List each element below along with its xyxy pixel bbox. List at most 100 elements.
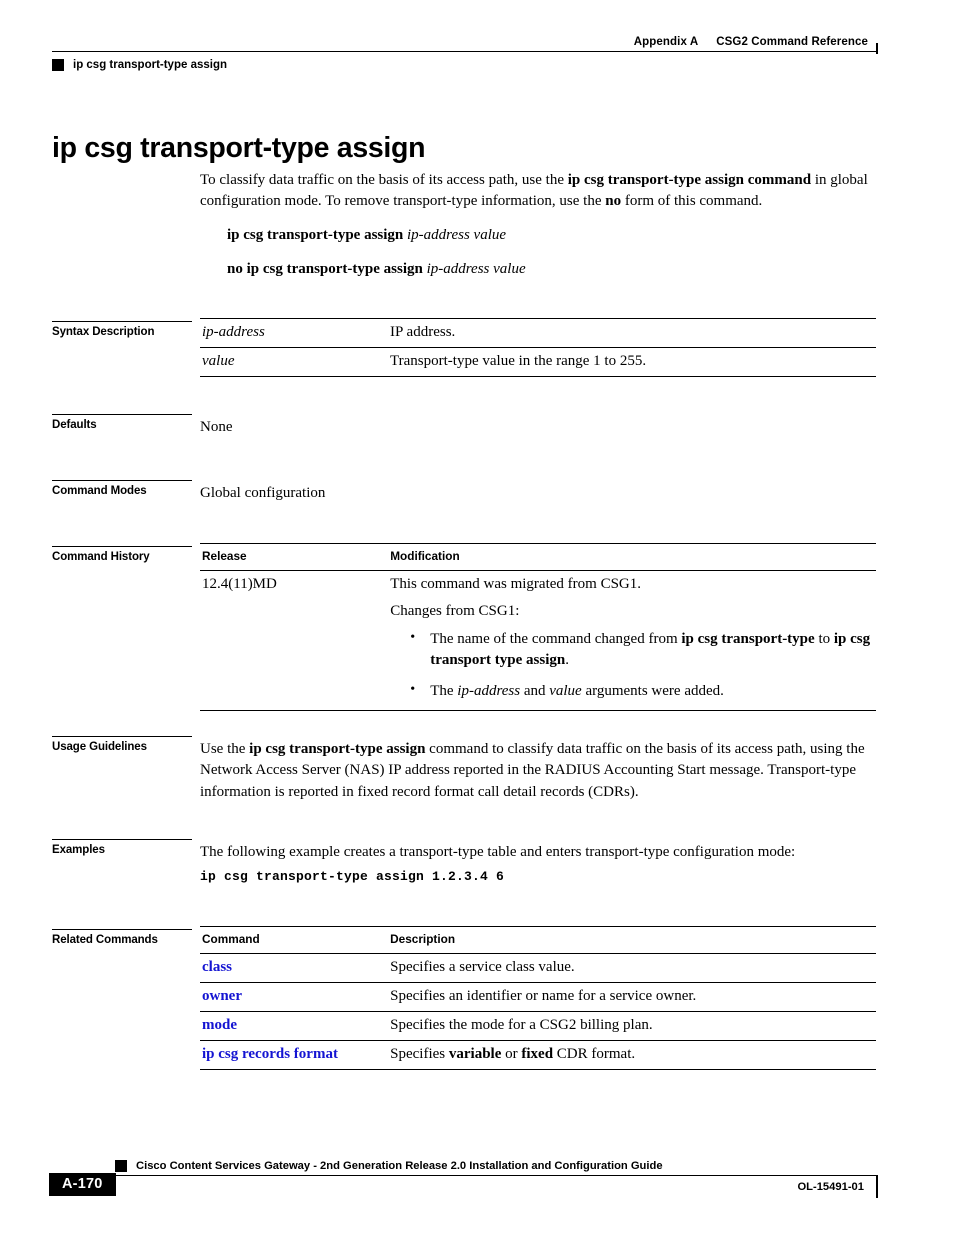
intro-no-bold: no [605,193,622,210]
desc-text-c: or [501,1046,522,1062]
related-command-cell[interactable]: owner [200,982,389,1012]
examples-intro: The following example creates a transpor… [200,844,796,860]
bullet-icon: • [410,681,416,697]
bullet1-text-e: . [565,652,569,669]
intro-paragraph: To classify data traffic on the basis of… [200,170,878,213]
table-row: mode Specifies the mode for a CSG2 billi… [200,1011,876,1041]
defaults-text: None [200,419,233,435]
desc-text-e: CDR format. [553,1046,636,1062]
syntax-term-text: ip-address [202,324,265,340]
running-head-text: ip csg transport-type assign [73,59,228,71]
table-row: ip-address IP address. [200,318,876,348]
bullet1-old-command: ip csg transport-type [681,631,815,647]
example-code: ip csg transport-type assign 1.2.3.4 6 [200,869,505,884]
intro-command-bold: ip csg transport-type assign command [567,172,812,188]
section-label-command-history: Command History [52,546,192,563]
link-class[interactable]: class [202,959,232,975]
usage-command-bold: ip csg transport-type assign [249,741,426,757]
desc-text-b: variable [448,1046,502,1062]
table-header-row: Release Modification [200,543,876,571]
footer-rule: A-170 OL-15491-01 [49,1173,878,1201]
table-row: value Transport-type value in the range … [200,347,876,377]
breadcrumb-text: Appendix A CSG2 Command Reference [634,36,868,48]
related-command-cell[interactable]: mode [200,1011,389,1041]
history-line-2: Changes from CSG1: [390,603,520,619]
desc-text-a: Specifies the mode for a CSG2 billing pl… [390,1017,653,1033]
bullet1-text-c: to [814,631,834,647]
column-header-description: Description [388,926,876,954]
page-footer: Cisco Content Services Gateway - 2nd Gen… [49,1155,878,1201]
syntax-positive-command: ip csg transport-type assign [227,227,404,243]
breadcrumb: Appendix A CSG2 Command Reference [52,30,878,48]
breadcrumb-appendix: Appendix A [633,36,699,48]
desc-text-a: Specifies an identifier or name for a se… [390,988,697,1004]
footer-rule-tick [876,1176,878,1198]
section-label-examples: Examples [52,839,192,856]
history-line-1: This command was migrated from CSG1. [390,576,641,592]
related-command-cell[interactable]: ip csg records format [200,1040,389,1070]
syntax-term: ip-address [200,318,389,348]
document-page: Appendix A CSG2 Command Reference ip csg … [0,0,954,1235]
column-header-release: Release [200,543,389,571]
header-rule-tick [876,43,878,54]
section-label-command-modes: Command Modes [52,480,192,497]
command-history-table: Release Modification 12.4(11)MD This com… [200,543,876,711]
bullet2-text-e: arguments were added. [581,682,724,699]
bullet-icon: • [410,630,416,645]
history-modification: This command was migrated from CSG1. Cha… [388,570,876,711]
syntax-desc: Transport-type value in the range 1 to 2… [388,347,876,377]
bullet2-arg-value: value [549,682,582,699]
intro-text-e: form of this command. [621,193,763,210]
command-modes-text: Global configuration [200,485,326,501]
bullet1-text-a: The name of the command changed from [430,631,682,647]
list-item: • The name of the command changed from ip… [410,629,874,672]
usage-guidelines-text: Use the ip csg transport-type assign com… [200,739,872,803]
syntax-description-table: ip-address IP address. value Transport-t… [200,318,876,377]
related-commands-table: Command Description class Specifies a se… [200,926,876,1070]
syntax-negative-args: ip-address value [426,261,526,277]
column-header-modification: Modification [388,543,876,571]
syntax-negative: no ip csg transport-type assign ip-addre… [227,259,526,280]
intro-text-a: To classify data traffic on the basis of… [200,172,568,188]
syntax-positive-args: ip-address value [407,227,507,243]
syntax-term: value [200,347,389,377]
syntax-positive: ip csg transport-type assign ip-address … [227,225,506,246]
table-header-row: Command Description [200,926,876,954]
syntax-desc: IP address. [388,318,876,348]
breadcrumb-chapter: CSG2 Command Reference [716,36,868,48]
table-row: owner Specifies an identifier or name fo… [200,982,876,1012]
page-header: Appendix A CSG2 Command Reference ip csg … [52,30,878,71]
usage-text-a: Use the [200,741,250,757]
section-label-usage-guidelines: Usage Guidelines [52,736,192,753]
desc-text-d: fixed [521,1046,554,1062]
related-command-cell[interactable]: class [200,953,389,983]
link-ip-csg-records-format[interactable]: ip csg records format [202,1046,338,1062]
syntax-negative-command: no ip csg transport-type assign [227,261,423,277]
related-command-description: Specifies a service class value. [388,953,876,983]
list-item: • The ip-address and value arguments were… [410,681,874,702]
section-label-syntax-description: Syntax Description [52,321,192,338]
history-release: 12.4(11)MD [200,570,389,711]
link-mode[interactable]: mode [202,1017,237,1033]
related-command-description: Specifies variable or fixed CDR format. [388,1040,876,1070]
section-label-related-commands: Related Commands [52,929,192,946]
column-header-command: Command [200,926,389,954]
footer-title-row: Cisco Content Services Gateway - 2nd Gen… [52,1155,878,1172]
syntax-term-text: value [202,353,235,369]
related-command-description: Specifies an identifier or name for a se… [388,982,876,1012]
table-row: 12.4(11)MD This command was migrated fro… [200,570,876,711]
table-row: ip csg records format Specifies variable… [200,1040,876,1070]
desc-text-a: Specifies a service class value. [390,959,575,975]
document-id: OL-15491-01 [797,1181,864,1193]
running-head: ip csg transport-type assign [52,59,878,71]
bullet2-text-a: The [430,682,458,699]
page-title: ip csg transport-type assign [52,132,426,165]
bullet2-text-c: and [520,682,550,699]
table-row: class Specifies a service class value. [200,953,876,983]
related-command-description: Specifies the mode for a CSG2 billing pl… [388,1011,876,1041]
square-marker-icon [115,1160,127,1172]
bullet2-arg-ip: ip-address [457,682,521,699]
section-label-defaults: Defaults [52,414,192,431]
link-owner[interactable]: owner [202,988,242,1004]
history-bullet-list: • The name of the command changed from ip… [390,629,874,702]
